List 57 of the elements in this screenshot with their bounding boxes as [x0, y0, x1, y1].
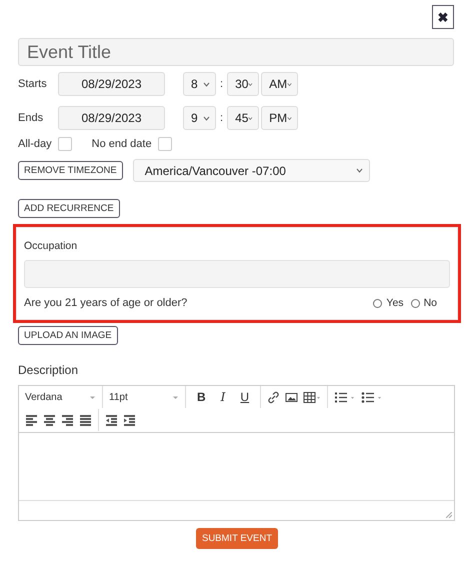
select-field[interactable]: 9	[183, 106, 216, 130]
radio-button[interactable]	[373, 298, 382, 308]
size-select[interactable]: 11pt	[103, 386, 186, 408]
indent-icon[interactable]	[123, 414, 136, 426]
upload-image-button[interactable]: UPLOAD AN IMAGE	[18, 326, 118, 345]
caret-icon	[203, 116, 210, 120]
timezone-select[interactable]: America/Vancouver -07:00	[132, 159, 370, 182]
caret-icon	[89, 394, 96, 400]
add-recurrence-button[interactable]: ADD RECURRENCE	[18, 199, 120, 218]
caret-icon	[287, 82, 292, 86]
remove-timezone-button[interactable]: REMOVE TIMEZONE	[18, 161, 123, 180]
select-field[interactable]: PM	[261, 106, 298, 130]
option-label: No end date	[92, 138, 152, 150]
numbered-list-icon[interactable]	[334, 390, 356, 404]
caret-icon	[203, 82, 210, 86]
font-select[interactable]: Verdana	[19, 386, 103, 408]
caret-icon	[248, 116, 254, 120]
resize-grip-icon[interactable]	[446, 512, 452, 518]
end-label: Ends	[18, 112, 44, 124]
occupation-field[interactable]	[24, 260, 450, 288]
date-field[interactable]: 08/29/2023	[58, 72, 165, 96]
format-button[interactable]: B	[192, 390, 211, 404]
align-center-icon[interactable]	[43, 414, 56, 426]
occupation-label: Occupation	[24, 240, 78, 252]
align-left-icon[interactable]	[25, 414, 38, 426]
start-label: Starts	[18, 78, 48, 90]
caret-icon	[172, 394, 179, 400]
time-separator: :	[220, 112, 224, 124]
image-icon[interactable]	[285, 390, 298, 404]
justify-icon[interactable]	[79, 414, 92, 426]
select-field[interactable]: 45	[227, 106, 260, 130]
submit-event-button[interactable]: SUBMIT EVENT	[196, 528, 278, 549]
checkbox[interactable]	[158, 137, 172, 151]
title-field[interactable]: Event Title	[18, 38, 454, 66]
caret-icon	[356, 168, 363, 173]
align-right-icon[interactable]	[61, 414, 74, 426]
radio-button[interactable]	[410, 298, 420, 308]
close-button[interactable]: ✖	[432, 5, 454, 29]
select-field[interactable]: 8	[183, 72, 216, 96]
format-button[interactable]: I	[216, 390, 230, 404]
caret-icon	[248, 82, 254, 86]
description-label: Description	[18, 363, 80, 377]
table-icon[interactable]	[303, 390, 322, 404]
date-field[interactable]: 08/29/2023	[58, 106, 165, 130]
format-button[interactable]: U	[235, 390, 254, 404]
time-separator: :	[220, 78, 224, 90]
radio-label: No	[424, 297, 437, 309]
bullet-list-icon[interactable]	[361, 390, 384, 404]
checkbox[interactable]	[58, 137, 72, 151]
age-question: Are you 21 years of age or older?	[24, 297, 188, 309]
link-icon[interactable]	[267, 390, 280, 404]
option-label: All-day	[18, 138, 52, 150]
caret-icon	[287, 116, 292, 120]
select-field[interactable]: AM	[261, 72, 298, 96]
outdent-icon[interactable]	[105, 414, 118, 426]
select-field[interactable]: 30	[227, 72, 260, 96]
radio-label: Yes	[386, 297, 404, 309]
